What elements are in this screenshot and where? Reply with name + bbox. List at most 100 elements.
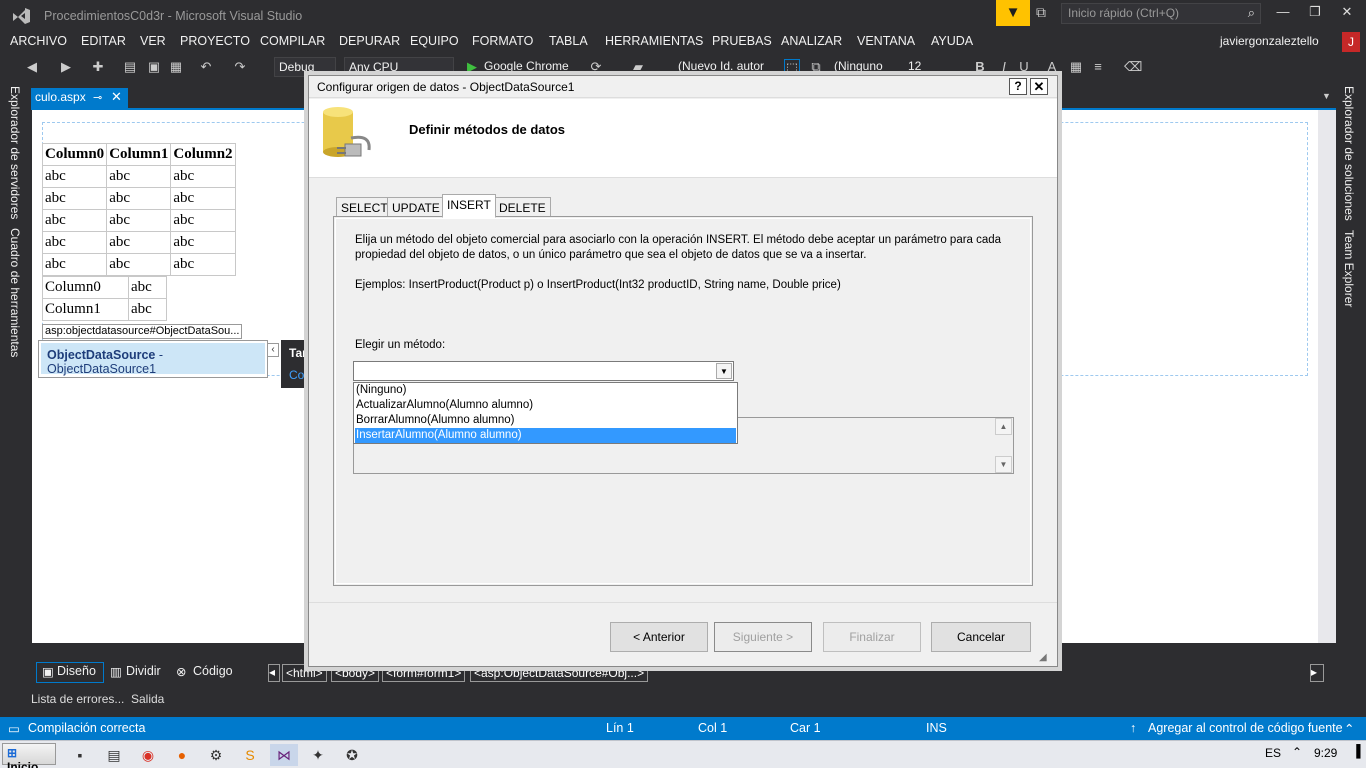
scroll-down-icon[interactable]: ▼ xyxy=(995,456,1012,473)
notification-filter-icon[interactable]: ▼ xyxy=(996,0,1030,26)
add-to-source-control-button[interactable]: Agregar al control de código fuente xyxy=(1148,721,1343,735)
menu-equipo[interactable]: EQUIPO xyxy=(410,34,459,48)
tab-insert[interactable]: INSERT xyxy=(442,194,496,218)
finish-button[interactable]: Finalizar xyxy=(823,622,921,652)
split-view-button[interactable]: Dividir xyxy=(126,664,161,678)
design-view-label[interactable]: Diseño xyxy=(57,664,96,678)
run-icon[interactable]: ▶ xyxy=(464,59,480,75)
back-button[interactable]: < Anterior xyxy=(610,622,708,652)
menu-ventana[interactable]: VENTANA xyxy=(857,34,915,48)
refresh-icon[interactable]: ⟳ xyxy=(588,59,604,75)
undo-icon[interactable]: ↶ xyxy=(198,59,214,75)
sublime-icon[interactable]: S xyxy=(236,744,264,766)
scroll-up-icon[interactable]: ▲ xyxy=(995,418,1012,435)
cmd-icon[interactable]: ▪ xyxy=(66,744,94,766)
next-button[interactable]: Siguiente > xyxy=(714,622,812,652)
breadcrumb-scroll-right[interactable]: ▸ xyxy=(1310,664,1324,682)
tab-update[interactable]: UPDATE xyxy=(387,197,445,217)
list-item[interactable]: ActualizarAlumno(Alumno alumno) xyxy=(355,398,736,413)
menu-pruebas[interactable]: PRUEBAS xyxy=(712,34,772,48)
menu-ayuda[interactable]: AYUDA xyxy=(931,34,973,48)
solution-explorer-tab[interactable]: Explorador de soluciones xyxy=(1342,86,1356,221)
smart-tag-arrow-icon[interactable]: ‹ xyxy=(267,343,279,357)
chevron-down-icon[interactable]: ▼ xyxy=(716,363,732,379)
help-button[interactable]: ? xyxy=(1009,78,1027,95)
menu-tabla[interactable]: TABLA xyxy=(549,34,588,48)
align-icon[interactable]: ≡ xyxy=(1090,59,1106,75)
forward-icon[interactable]: ▶ xyxy=(58,59,74,75)
user-name[interactable]: javiergonzaleztello xyxy=(1220,34,1319,48)
language-indicator[interactable]: ES xyxy=(1265,746,1281,760)
font-color-button[interactable]: A xyxy=(1044,59,1060,75)
method-dropdown-list[interactable]: (Ninguno) ActualizarAlumno(Alumno alumno… xyxy=(353,382,738,444)
menu-proyecto[interactable]: PROYECTO xyxy=(180,34,250,48)
tab-delete[interactable]: DELETE xyxy=(494,197,551,217)
start-button[interactable]: ⊞ Inicio xyxy=(2,743,56,768)
style-select[interactable]: (Ninguno xyxy=(830,57,898,77)
tray-expand-icon[interactable]: ⌃ xyxy=(1292,745,1302,759)
breadcrumb-scroll-left[interactable]: ◂ xyxy=(268,664,280,682)
tab-select[interactable]: SELECT xyxy=(336,197,393,217)
menu-archivo[interactable]: ARCHIVO xyxy=(10,34,67,48)
close-tab-icon[interactable]: ✕ xyxy=(111,89,122,105)
settings-app-icon[interactable]: ⚙ xyxy=(202,744,230,766)
menu-depurar[interactable]: DEPURAR xyxy=(339,34,400,48)
tab-output[interactable]: Salida xyxy=(131,692,164,706)
platform-select[interactable]: Any CPU xyxy=(344,57,454,77)
italic-button[interactable]: I xyxy=(996,59,1012,75)
objectdatasource-label[interactable]: ObjectDataSource - ObjectDataSource1 xyxy=(41,343,265,376)
split-view-icon[interactable]: ⧉ xyxy=(808,59,824,75)
menu-editar[interactable]: EDITAR xyxy=(81,34,126,48)
server-explorer-tab[interactable]: Explorador de servidores xyxy=(8,86,22,219)
open-file-icon[interactable]: ▤ xyxy=(122,59,138,75)
minimize-icon[interactable]: — xyxy=(1268,4,1298,24)
menu-formato[interactable]: FORMATO xyxy=(472,34,533,48)
tab-error-list[interactable]: Lista de errores... xyxy=(31,692,124,706)
list-item-selected[interactable]: InsertarAlumno(Alumno alumno) xyxy=(355,428,736,443)
clear-format-icon[interactable]: ⌫ xyxy=(1124,59,1142,75)
explorer-icon[interactable]: ▤ xyxy=(100,744,128,766)
smart-tag-link[interactable]: Co xyxy=(289,368,304,382)
target-id-select[interactable]: (Nuevo Id. autor xyxy=(674,57,776,77)
menu-ver[interactable]: VER xyxy=(140,34,166,48)
cancel-button[interactable]: Cancelar xyxy=(931,622,1031,652)
underline-button[interactable]: U xyxy=(1016,59,1032,75)
chevron-up-icon[interactable]: ⌃ xyxy=(1344,721,1354,736)
configuration-select[interactable]: Debug xyxy=(274,57,336,77)
source-view-button[interactable]: Código xyxy=(193,664,233,678)
font-size-select[interactable]: 12 xyxy=(904,57,964,77)
quick-launch-input[interactable]: Inicio rápido (Ctrl+Q) ⌕ xyxy=(1061,3,1261,24)
puzzle-app-icon[interactable]: ✦ xyxy=(304,744,332,766)
list-item[interactable]: BorrarAlumno(Alumno alumno) xyxy=(355,413,736,428)
save-all-icon[interactable]: ▦ xyxy=(168,59,184,75)
highlight-icon[interactable]: ▦ xyxy=(1068,59,1084,75)
visual-studio-icon[interactable]: ⋈ xyxy=(270,744,298,766)
toolbox-tab[interactable]: Cuadro de herramientas xyxy=(8,228,22,357)
resize-grip-icon[interactable]: ◢ xyxy=(1039,652,1047,663)
maximize-icon[interactable]: ❐ xyxy=(1300,4,1330,24)
list-item[interactable]: (Ninguno) xyxy=(355,383,736,398)
redo-icon[interactable]: ↷ xyxy=(232,59,248,75)
design-view-icon[interactable]: ⬚ xyxy=(784,59,800,75)
back-icon[interactable]: ◀ xyxy=(24,59,40,75)
new-project-icon[interactable]: ✚ xyxy=(90,59,106,75)
feedback-icon[interactable]: ⧉ xyxy=(1036,4,1056,22)
gridview-preview[interactable]: Column0 Column1 Column2 abc abc abc abc abc… xyxy=(41,143,236,276)
notification-icon[interactable]: ▐ xyxy=(1352,744,1361,758)
detailsview-preview[interactable]: Column0 abc Column1 abc xyxy=(42,276,167,321)
firefox-icon[interactable]: ● xyxy=(168,744,196,766)
menu-analizar[interactable]: ANALIZAR xyxy=(781,34,842,48)
pin-icon[interactable]: ⊸ xyxy=(93,91,102,104)
method-select[interactable]: ▼ xyxy=(353,361,734,381)
team-explorer-tab[interactable]: Team Explorer xyxy=(1342,230,1356,307)
close-window-icon[interactable]: ✕ xyxy=(1332,4,1362,24)
chevron-down-icon[interactable]: ▼ xyxy=(1322,91,1331,101)
chrome-icon[interactable]: ◉ xyxy=(134,744,162,766)
avatar[interactable]: J xyxy=(1342,32,1360,52)
menu-compilar[interactable]: COMPILAR xyxy=(260,34,325,48)
clock[interactable]: 9:29 xyxy=(1314,746,1337,760)
browser-select[interactable]: Google Chrome xyxy=(480,57,580,77)
save-icon[interactable]: ▣ xyxy=(146,59,162,75)
folder-icon[interactable]: ▰ xyxy=(630,59,646,75)
menu-herramientas[interactable]: HERRAMIENTAS xyxy=(605,34,703,48)
